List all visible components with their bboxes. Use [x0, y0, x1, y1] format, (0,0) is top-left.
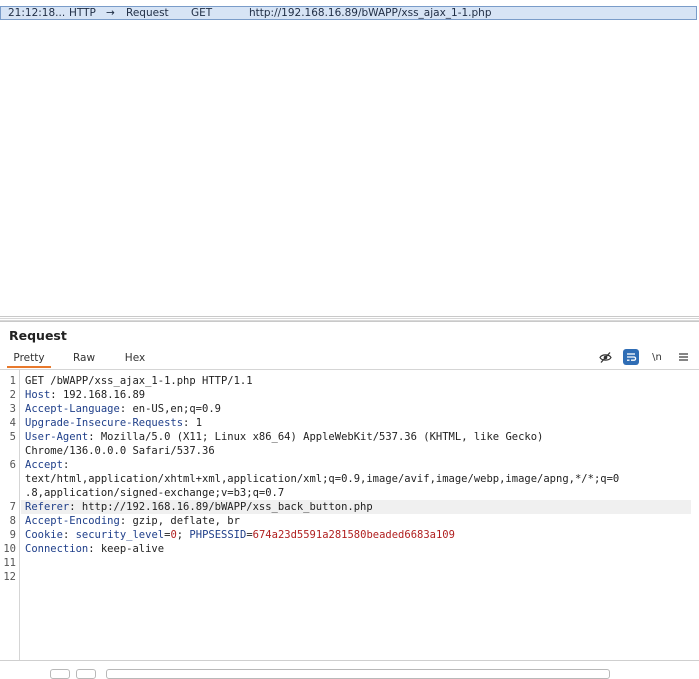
header-value: : 1 — [183, 417, 203, 429]
history-row-selected[interactable]: 21:12:18... HTTP → Request GET http://19… — [0, 6, 697, 20]
header-value: : http://192.168.16.89/bWAPP/xss_back_bu… — [69, 501, 373, 513]
header-value: : Mozilla/5.0 (X11; Linux x86_64) AppleW… — [88, 431, 544, 443]
header-key: Upgrade-Insecure-Requests — [25, 417, 184, 429]
header-value: : 192.168.16.89 — [50, 389, 146, 401]
header-key: Accept — [25, 459, 63, 471]
header-value: : gzip, deflate, br — [119, 515, 240, 527]
header-line: Accept: — [25, 458, 691, 472]
direction-arrow-icon: → — [106, 7, 115, 19]
line-number: 1 — [9, 375, 16, 387]
cookie-name: security_level — [75, 529, 165, 541]
header-line: User-Agent: Mozilla/5.0 (X11; Linux x86_… — [25, 430, 691, 444]
line-number: 12 — [3, 571, 16, 583]
header-key: Connection — [25, 543, 89, 555]
cookie-value: 674a23d5591a281580beaded6683a109 — [252, 529, 455, 541]
line-number: 9 — [9, 529, 16, 541]
line-number: 11 — [3, 557, 16, 569]
history-method: GET — [191, 7, 213, 19]
request-editor[interactable]: 1 2 3 4 5 6 7 8 9 10 11 12 GET /bWAPP/xs… — [0, 370, 699, 660]
settings-button[interactable] — [50, 669, 70, 679]
line-number: 10 — [3, 543, 16, 555]
newline-icon[interactable]: \n — [649, 349, 665, 365]
header-key: Cookie — [25, 529, 63, 541]
wrap-lines-icon[interactable] — [623, 349, 639, 365]
header-line: Cookie: security_level=0; PHPSESSID=674a… — [25, 528, 691, 542]
tab-pretty[interactable]: Pretty — [7, 348, 51, 368]
line-number: 8 — [9, 515, 16, 527]
header-line: Host: 192.168.16.89 — [25, 388, 691, 402]
search-bar — [0, 660, 699, 679]
header-line-highlighted: Referer: http://192.168.16.89/bWAPP/xss_… — [21, 500, 691, 514]
history-protocol: HTTP — [69, 7, 96, 19]
line-number: 5 — [9, 431, 16, 443]
header-line: Connection: keep-alive — [25, 542, 691, 556]
tab-hex[interactable]: Hex — [118, 348, 152, 368]
header-value: : en-US,en;q=0.9 — [119, 403, 221, 415]
cookie-name: PHPSESSID — [189, 529, 247, 541]
header-line: Accept-Language: en-US,en;q=0.9 — [25, 402, 691, 416]
header-value: .8,application/signed-exchange;v=b3;q=0.… — [25, 487, 285, 499]
line-number: 3 — [9, 403, 16, 415]
panel-splitter[interactable] — [0, 316, 699, 322]
header-value: text/html,application/xhtml+xml,applicat… — [25, 473, 620, 485]
request-line: GET /bWAPP/xss_ajax_1-1.php HTTP/1.1 — [25, 374, 691, 388]
history-url: http://192.168.16.89/bWAPP/xss_ajax_1-1.… — [249, 7, 492, 19]
header-key: Referer — [25, 501, 70, 513]
tab-raw[interactable]: Raw — [66, 348, 102, 368]
header-key: Host — [25, 389, 51, 401]
header-key: Accept-Language — [25, 403, 120, 415]
line-number: 7 — [9, 501, 16, 513]
line-number: 2 — [9, 389, 16, 401]
header-line-continuation: .8,application/signed-exchange;v=b3;q=0.… — [25, 486, 691, 500]
header-line: Accept-Encoding: gzip, deflate, br — [25, 514, 691, 528]
header-line-continuation: text/html,application/xhtml+xml,applicat… — [25, 472, 691, 486]
header-line-continuation: Chrome/136.0.0.0 Safari/537.36 — [25, 444, 691, 458]
hide-eye-icon[interactable] — [597, 349, 613, 365]
request-panel-title: Request — [9, 328, 67, 343]
header-key: Accept-Encoding — [25, 515, 120, 527]
header-line: Upgrade-Insecure-Requests: 1 — [25, 416, 691, 430]
request-view-tabs: Pretty Raw Hex — [0, 348, 699, 370]
cookie-separator: ; — [176, 529, 190, 541]
menu-icon[interactable] — [675, 349, 691, 365]
line-number: 6 — [9, 459, 16, 471]
history-time: 21:12:18... — [8, 7, 66, 19]
history-list-area — [0, 20, 699, 316]
request-line-text: GET /bWAPP/xss_ajax_1-1.php HTTP/1.1 — [25, 375, 253, 387]
previous-button[interactable] — [76, 669, 96, 679]
header-value: : keep-alive — [88, 543, 165, 555]
header-value: Chrome/136.0.0.0 Safari/537.36 — [25, 445, 215, 457]
header-colon: : — [62, 459, 70, 471]
header-key: User-Agent — [25, 431, 89, 443]
history-type: Request — [126, 7, 169, 19]
line-number: 4 — [9, 417, 16, 429]
header-colon: : — [62, 529, 76, 541]
search-input[interactable] — [106, 669, 610, 679]
line-number-gutter: 1 2 3 4 5 6 7 8 9 10 11 12 — [0, 370, 20, 660]
